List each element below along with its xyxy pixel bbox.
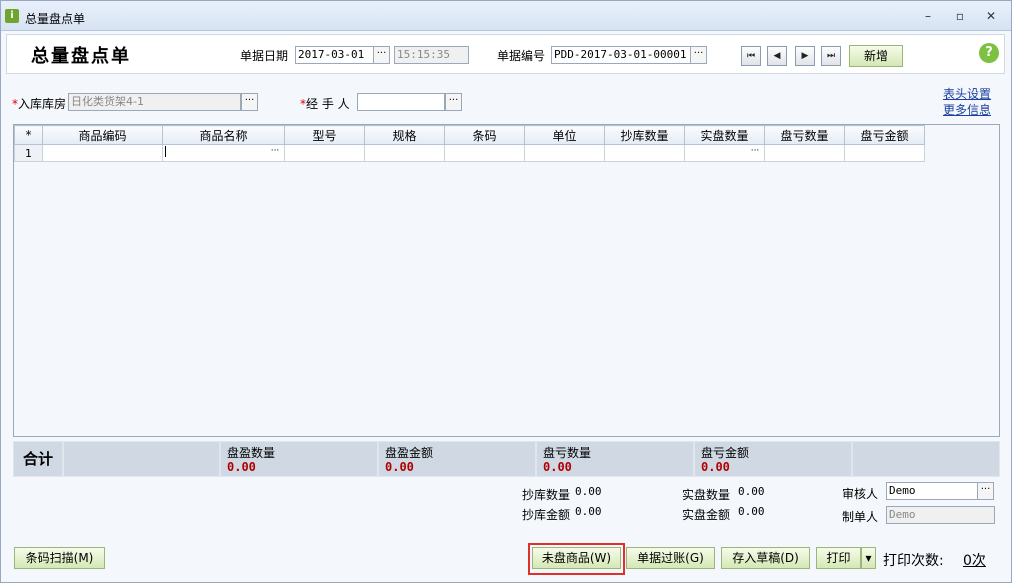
document-header: 总量盘点单 单据日期 2017-03-01 ··· 15:15:35 单据编号 … xyxy=(6,34,1005,74)
last-record-button[interactable]: ⏭ xyxy=(821,46,841,66)
col-header[interactable]: 规格 xyxy=(364,125,445,145)
maker-label: 制单人 xyxy=(842,510,879,524)
title-bar: i 总量盘点单 – ▫ ✕ xyxy=(1,1,1011,31)
date-label: 单据日期 xyxy=(240,49,289,63)
restore-button[interactable]: ▫ xyxy=(951,9,969,23)
text-cursor xyxy=(165,146,166,157)
cell-book-qty[interactable] xyxy=(604,144,685,162)
handler-field[interactable] xyxy=(357,93,445,111)
first-record-button[interactable]: ⏮ xyxy=(741,46,761,66)
cell-loss-amount[interactable] xyxy=(844,144,925,162)
print-count-value: 0次 xyxy=(963,553,986,569)
window-title: 总量盘点单 xyxy=(25,12,86,26)
col-header[interactable]: 盘亏数量 xyxy=(764,125,845,145)
totals-spacer xyxy=(853,442,999,476)
total-gain-qty: 盘盈数量 0.00 xyxy=(221,442,377,476)
book-qty-label: 抄库数量 xyxy=(522,488,571,502)
row-index: 1 xyxy=(14,144,43,162)
help-icon[interactable]: ? xyxy=(979,43,999,63)
warehouse-picker-button[interactable]: ··· xyxy=(241,93,258,111)
actual-amount-label: 实盘金额 xyxy=(682,508,731,522)
print-count-label: 打印次数: xyxy=(883,553,944,569)
actual-qty-picker-button[interactable]: ··· xyxy=(747,146,763,159)
date-field[interactable]: 2017-03-01 xyxy=(295,46,375,64)
book-amount-label: 抄库金额 xyxy=(522,508,571,522)
barcode-scan-button[interactable]: 条码扫描(M) xyxy=(14,547,105,569)
book-qty-value: 0.00 xyxy=(575,485,602,498)
auditor-picker-button[interactable]: ··· xyxy=(977,482,994,500)
page-title: 总量盘点单 xyxy=(31,46,131,67)
cell-actual-qty[interactable]: ··· xyxy=(684,144,765,162)
col-header[interactable]: 实盘数量 xyxy=(684,125,765,145)
total-gain-amount: 盘盈金额 0.00 xyxy=(379,442,535,476)
auditor-label: 审核人 xyxy=(842,487,879,501)
cell-goods-code[interactable] xyxy=(42,144,163,162)
warehouse-field: 日化类货架4-1 xyxy=(68,93,241,111)
col-header[interactable]: 抄库数量 xyxy=(604,125,685,145)
save-draft-button[interactable]: 存入草稿(D) xyxy=(721,547,810,569)
total-loss-qty: 盘亏数量 0.00 xyxy=(537,442,693,476)
actual-amount-value: 0.00 xyxy=(738,505,765,518)
table-row: 1 ··· ··· xyxy=(14,144,925,162)
total-loss-amount: 盘亏金额 0.00 xyxy=(695,442,851,476)
col-header[interactable]: 商品编码 xyxy=(42,125,163,145)
uncounted-goods-button[interactable]: 未盘商品(W) xyxy=(532,547,621,569)
print-button[interactable]: 打印 xyxy=(816,547,861,569)
cell-spec[interactable] xyxy=(364,144,445,162)
close-button[interactable]: ✕ xyxy=(982,9,1000,23)
totals-spacer xyxy=(64,442,219,476)
grid-header-row: * 商品编码 商品名称 型号 规格 条码 单位 抄库数量 实盘数量 盘亏数量 盘… xyxy=(14,125,925,145)
handler-picker-button[interactable]: ··· xyxy=(445,93,462,111)
cell-loss-qty[interactable] xyxy=(764,144,845,162)
handler-label: *经 手 人 xyxy=(300,97,350,111)
grid-corner: * xyxy=(14,125,43,145)
goods-table: * 商品编码 商品名称 型号 规格 条码 单位 抄库数量 实盘数量 盘亏数量 盘… xyxy=(14,125,925,162)
col-header[interactable]: 盘亏金额 xyxy=(844,125,925,145)
totals-bar: 合计 盘盈数量 0.00 盘盈金额 0.00 盘亏数量 0.00 盘亏金额 0.… xyxy=(13,441,1000,477)
number-picker-button[interactable]: ··· xyxy=(690,46,707,64)
cell-barcode[interactable] xyxy=(444,144,525,162)
maker-field: Demo xyxy=(886,506,995,524)
date-picker-button[interactable]: ··· xyxy=(373,46,390,64)
col-header[interactable]: 型号 xyxy=(284,125,365,145)
more-info-link[interactable]: 更多信息 xyxy=(943,101,991,118)
header-settings-link[interactable]: 表头设置 xyxy=(943,85,991,102)
goods-name-picker-button[interactable]: ··· xyxy=(267,146,283,159)
actual-qty-value: 0.00 xyxy=(738,485,765,498)
actual-qty-label: 实盘数量 xyxy=(682,488,731,502)
cell-unit[interactable] xyxy=(524,144,605,162)
prev-record-button[interactable]: ◀ xyxy=(767,46,787,66)
cell-goods-name[interactable]: ··· xyxy=(162,144,285,162)
col-header[interactable]: 条码 xyxy=(444,125,525,145)
print-dropdown-icon[interactable]: ▾ xyxy=(861,547,876,569)
time-field: 15:15:35 xyxy=(394,46,469,64)
number-label: 单据编号 xyxy=(497,49,546,63)
window: i 总量盘点单 – ▫ ✕ 总量盘点单 单据日期 2017-03-01 ··· … xyxy=(0,0,1012,583)
warehouse-label: *入库库房 xyxy=(12,97,67,111)
auditor-field[interactable]: Demo xyxy=(886,482,978,500)
col-header[interactable]: 商品名称 xyxy=(162,125,285,145)
totals-label: 合计 xyxy=(14,442,62,476)
number-field[interactable]: PDD-2017-03-01-00001 xyxy=(551,46,691,64)
book-amount-value: 0.00 xyxy=(575,505,602,518)
new-button[interactable]: 新增 xyxy=(849,45,903,67)
goods-grid: * 商品编码 商品名称 型号 规格 条码 单位 抄库数量 实盘数量 盘亏数量 盘… xyxy=(13,124,1000,437)
next-record-button[interactable]: ▶ xyxy=(795,46,815,66)
minimize-button[interactable]: – xyxy=(919,9,937,23)
col-header[interactable]: 单位 xyxy=(524,125,605,145)
post-document-button[interactable]: 单据过账(G) xyxy=(626,547,715,569)
app-icon: i xyxy=(5,9,19,23)
cell-model[interactable] xyxy=(284,144,365,162)
